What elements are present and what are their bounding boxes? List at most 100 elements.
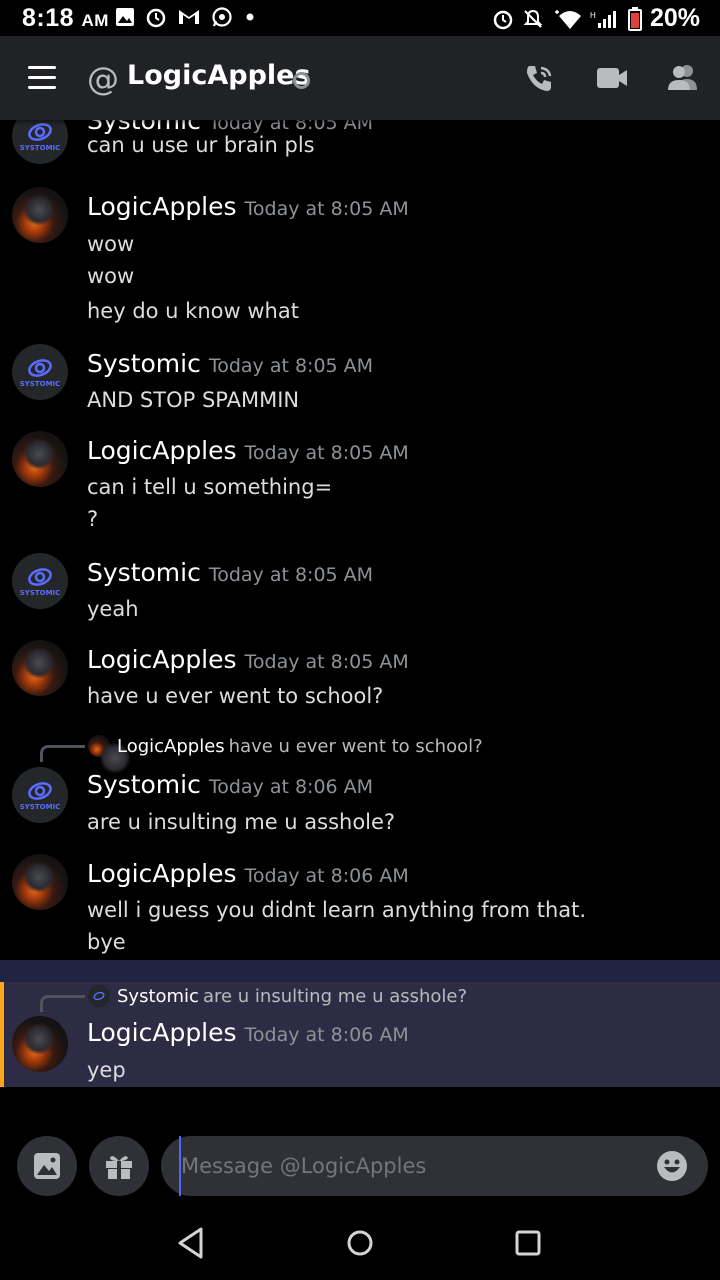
signal-icon: H (590, 10, 616, 28)
call-icon[interactable] (523, 62, 555, 94)
message-text: can u use ur brain pls (87, 133, 315, 157)
message-text: yep (87, 1058, 126, 1082)
alarm-icon (146, 8, 166, 28)
avatar-systomic[interactable]: SYSTOMIC (12, 344, 68, 400)
attach-image-button[interactable] (17, 1136, 77, 1196)
systomic-logo-icon (28, 567, 52, 586)
reply-content: have u ever went to school? (228, 736, 483, 757)
avatar-systomic[interactable]: SYSTOMIC (12, 767, 68, 823)
author-name[interactable]: LogicApples (87, 859, 237, 888)
image-icon (34, 1153, 60, 1179)
systomic-logo-icon (93, 991, 105, 1001)
at-icon: @ (87, 60, 119, 98)
emoji-icon[interactable] (656, 1150, 688, 1182)
author-name[interactable]: Systomic (87, 770, 201, 799)
message-list[interactable]: SYSTOMIC Systomic Today at 8:05 AM can u … (0, 120, 720, 1120)
recents-icon[interactable] (513, 1226, 543, 1260)
clock: 8:18 AM (22, 4, 109, 33)
message-text: ? (87, 507, 99, 531)
message-text: well i guess you didnt learn anything fr… (87, 898, 587, 922)
author-name[interactable]: LogicApples (87, 645, 237, 674)
dot-icon (246, 13, 254, 21)
notification-icons (115, 6, 257, 28)
message-author[interactable]: Systomic Today at 8:06 AM (87, 770, 373, 799)
members-icon[interactable] (667, 62, 699, 92)
message-author[interactable]: LogicApples Today at 8:06 AM (87, 859, 409, 888)
message-composer (0, 1120, 720, 1210)
channel-header: @ LogicApples (0, 36, 720, 120)
clock-time: 8:18 (22, 4, 75, 32)
message-input[interactable] (179, 1136, 639, 1196)
mute-icon (523, 9, 543, 28)
message-author[interactable]: Systomic Today at 8:05 AM (87, 349, 373, 378)
avatar-systomic[interactable]: SYSTOMIC (12, 553, 68, 609)
message-text: AND STOP SPAMMIN (87, 388, 300, 412)
wifi-icon (554, 9, 581, 29)
gmail-icon (179, 10, 199, 24)
alarm-icon (493, 10, 513, 29)
systomic-logo-icon (28, 122, 52, 141)
reply-author[interactable]: Systomic (117, 986, 199, 1007)
reply-avatar (88, 985, 110, 1007)
message-text: can i tell u something= (87, 475, 333, 499)
avatar-label: SYSTOMIC (19, 379, 61, 388)
message-text: wow (87, 264, 135, 288)
svg-text:H: H (590, 11, 596, 20)
reply-author[interactable]: LogicApples (117, 736, 225, 757)
message-author[interactable]: LogicApples Today at 8:06 AM (87, 1018, 409, 1047)
unread-divider (0, 960, 720, 982)
gift-icon (106, 1156, 132, 1179)
gift-button[interactable] (89, 1136, 149, 1196)
video-icon[interactable] (596, 66, 628, 90)
reply-avatar (88, 735, 132, 773)
reply-connector (40, 995, 85, 1012)
status-bar: 8:18 AM H 20% (0, 0, 720, 36)
avatar-logicapples[interactable] (12, 187, 68, 243)
dm-title: LogicApples (127, 60, 311, 91)
message-timestamp: Today at 8:05 AM (244, 198, 409, 220)
message-author[interactable]: Systomic Today at 8:05 AM (87, 558, 373, 587)
battery-icon (627, 6, 642, 31)
author-name[interactable]: Systomic (87, 349, 201, 378)
reply-preview[interactable]: Systomic are u insulting me u asshole? (117, 986, 467, 1007)
image-icon (116, 8, 134, 26)
author-name[interactable]: LogicApples (87, 192, 237, 221)
avatar-logicapples[interactable] (12, 854, 68, 910)
author-name[interactable]: LogicApples (87, 1018, 237, 1047)
message-timestamp: Today at 8:06 AM (208, 776, 374, 798)
whatsapp-icon (212, 7, 232, 27)
home-icon[interactable] (345, 1226, 375, 1260)
presence-offline-icon (293, 72, 310, 89)
message-author[interactable]: LogicApples Today at 8:05 AM (87, 645, 409, 674)
avatar-label: SYSTOMIC (19, 802, 61, 811)
reply-connector (40, 745, 85, 762)
message-timestamp: Today at 8:05 AM (208, 120, 374, 134)
avatar-logicapples[interactable] (12, 431, 68, 487)
reply-preview[interactable]: LogicApples have u ever went to school? (117, 736, 483, 757)
message-input-container[interactable] (161, 1136, 708, 1196)
avatar-logicapples[interactable] (12, 640, 68, 696)
message-timestamp: Today at 8:06 AM (244, 865, 409, 887)
message-timestamp: Today at 8:05 AM (244, 442, 409, 464)
message-author[interactable]: LogicApples Today at 8:05 AM (87, 436, 409, 465)
system-icons: H 20% (492, 4, 700, 33)
message-text: have u ever went to school? (87, 684, 384, 708)
message-timestamp: Today at 8:05 AM (244, 651, 409, 673)
author-name[interactable]: Systomic (87, 558, 201, 587)
message-text: bye (87, 930, 126, 954)
avatar-systomic[interactable]: SYSTOMIC (12, 120, 68, 164)
message-author[interactable]: LogicApples Today at 8:05 AM (87, 192, 409, 221)
avatar-logicapples[interactable] (12, 1016, 68, 1072)
avatar-label: SYSTOMIC (19, 588, 61, 597)
message-text: wow (87, 232, 135, 256)
reply-content: are u insulting me u asshole? (202, 986, 468, 1007)
back-icon[interactable] (176, 1226, 206, 1260)
system-nav-bar (0, 1210, 720, 1280)
battery-percent: 20% (649, 4, 700, 32)
message-timestamp: Today at 8:06 AM (244, 1024, 409, 1046)
systomic-logo-icon (28, 781, 52, 800)
author-name[interactable]: LogicApples (87, 436, 237, 465)
menu-icon[interactable] (28, 66, 56, 90)
systomic-logo-icon (28, 358, 52, 377)
avatar-label: SYSTOMIC (19, 143, 61, 152)
